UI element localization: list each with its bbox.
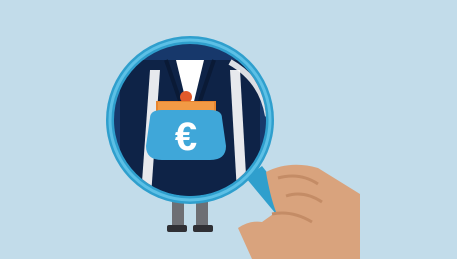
illustration-svg: €	[0, 0, 457, 259]
illustration-scene: €	[0, 0, 457, 259]
euro-purse: €	[146, 91, 226, 160]
euro-symbol: €	[175, 115, 197, 159]
